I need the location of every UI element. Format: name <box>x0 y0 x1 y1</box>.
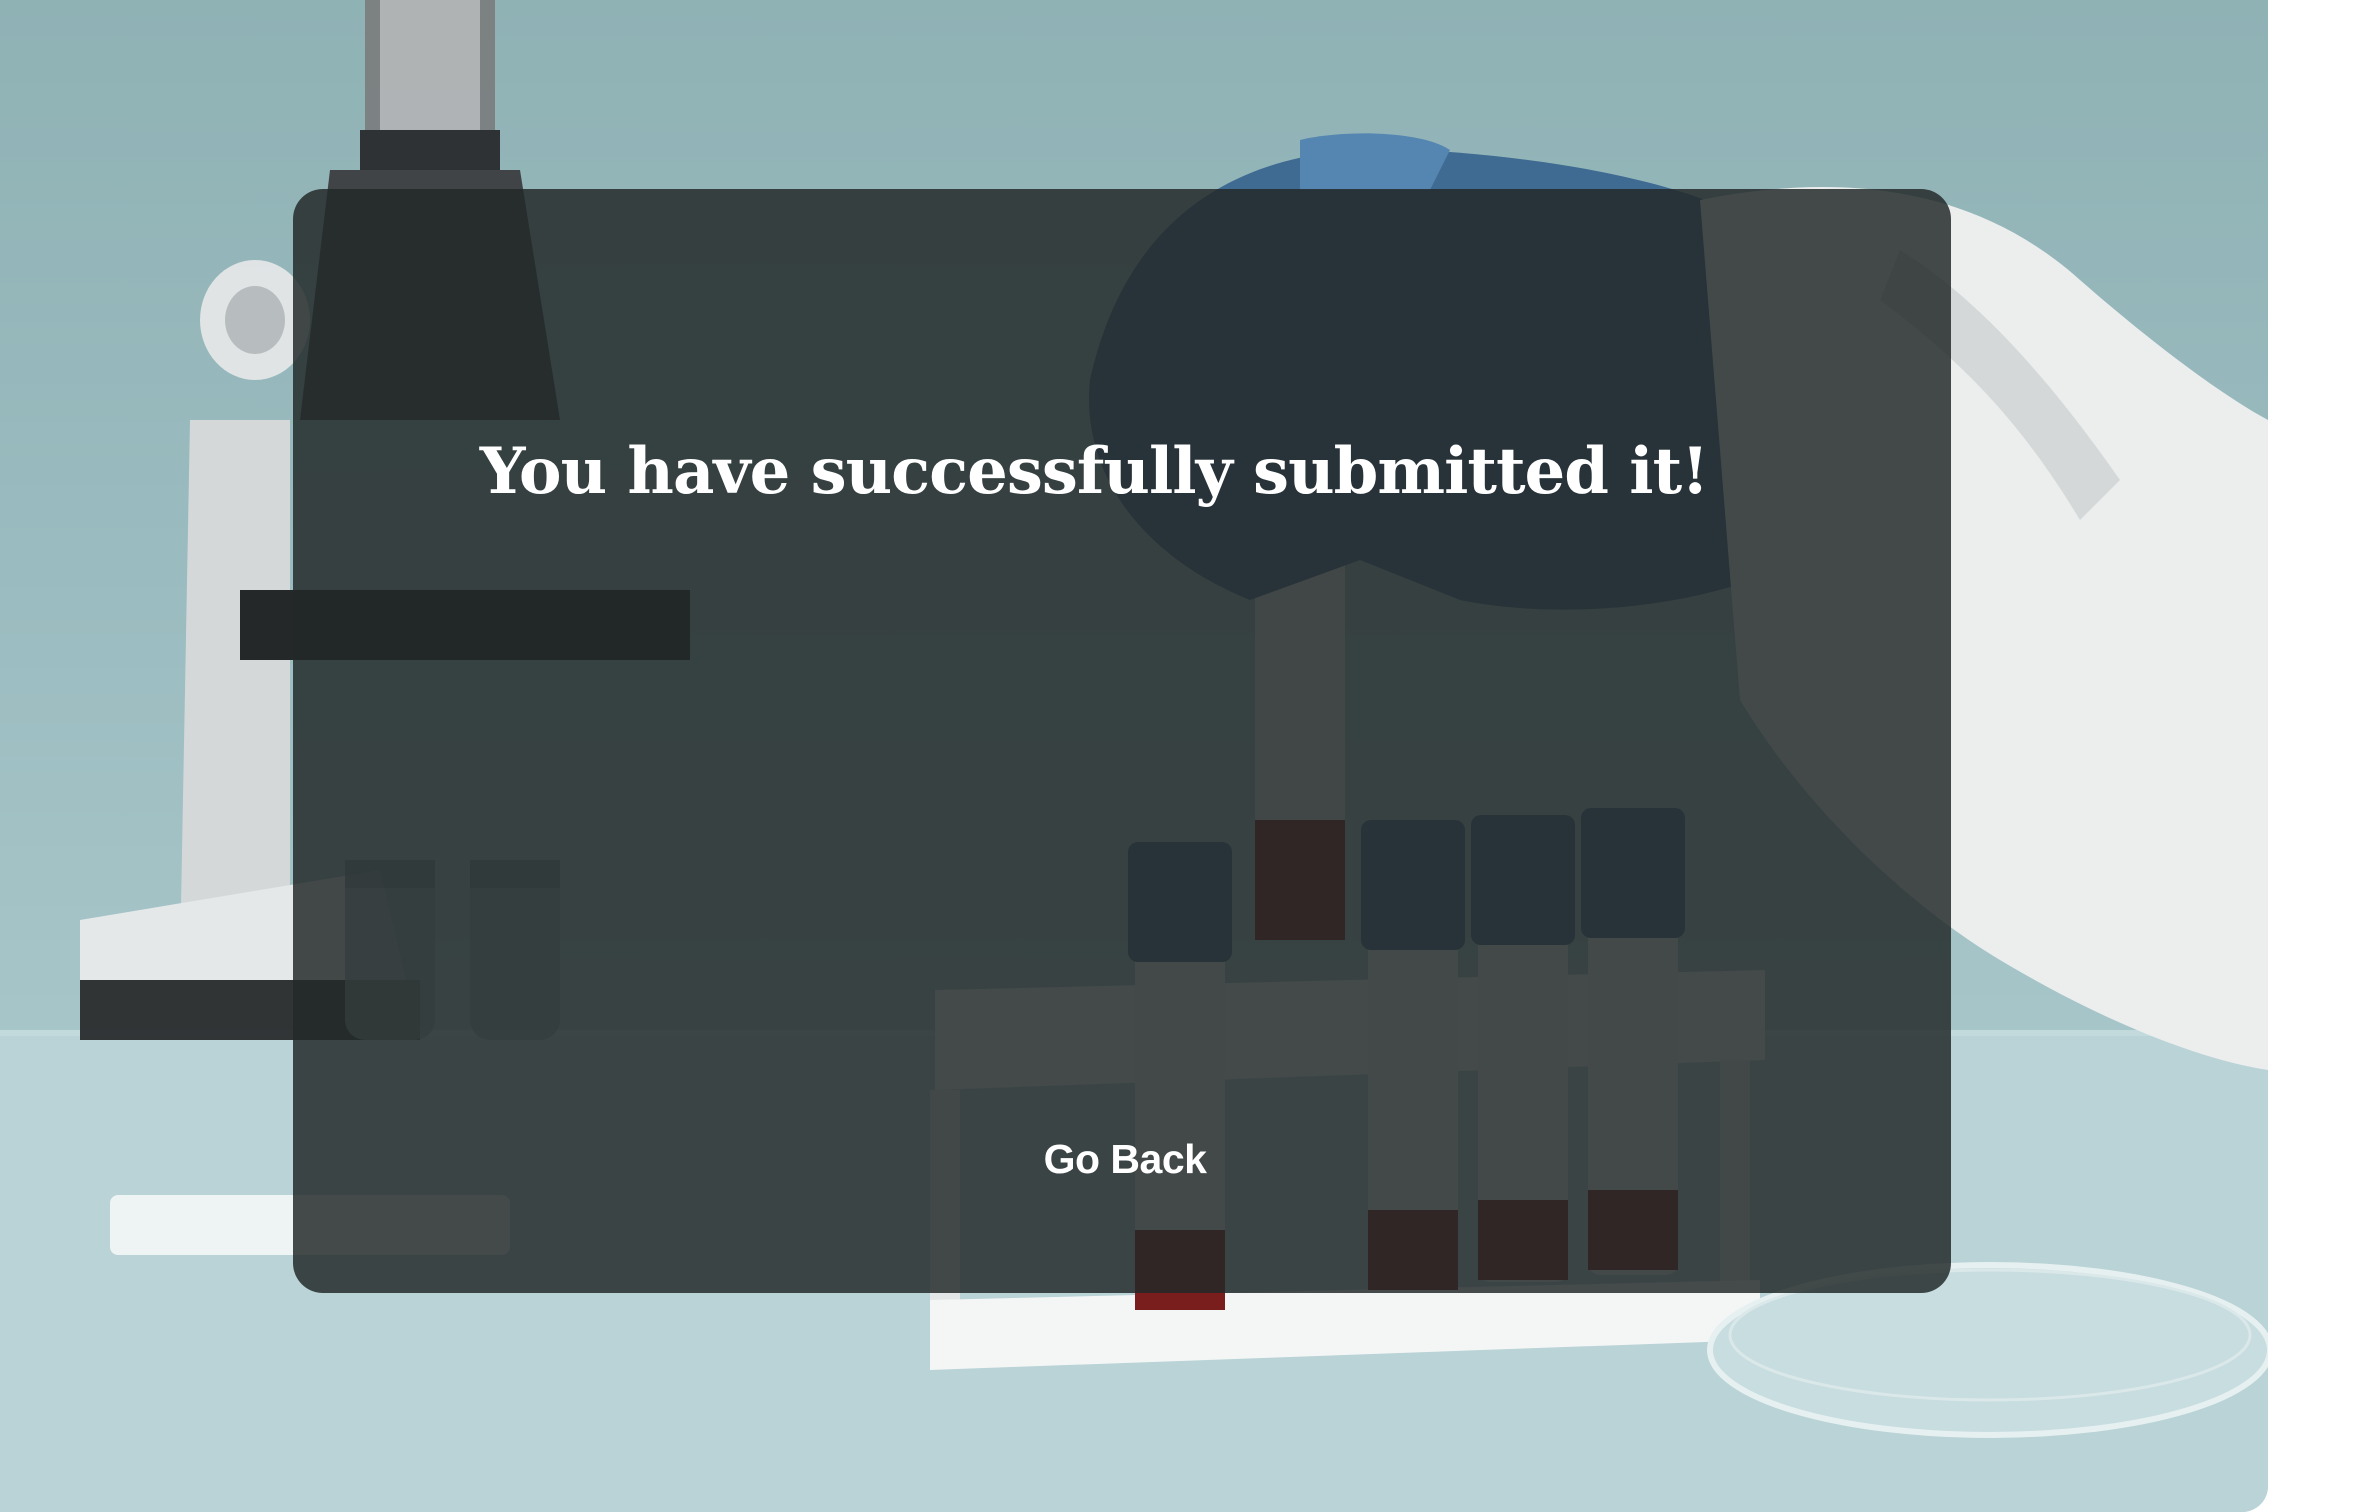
go-back-button[interactable]: Go Back <box>1030 1126 1220 1192</box>
background-photo: You have successfully submitted it! Go B… <box>0 0 2268 1512</box>
success-title: You have successfully submitted it! <box>479 434 1709 509</box>
